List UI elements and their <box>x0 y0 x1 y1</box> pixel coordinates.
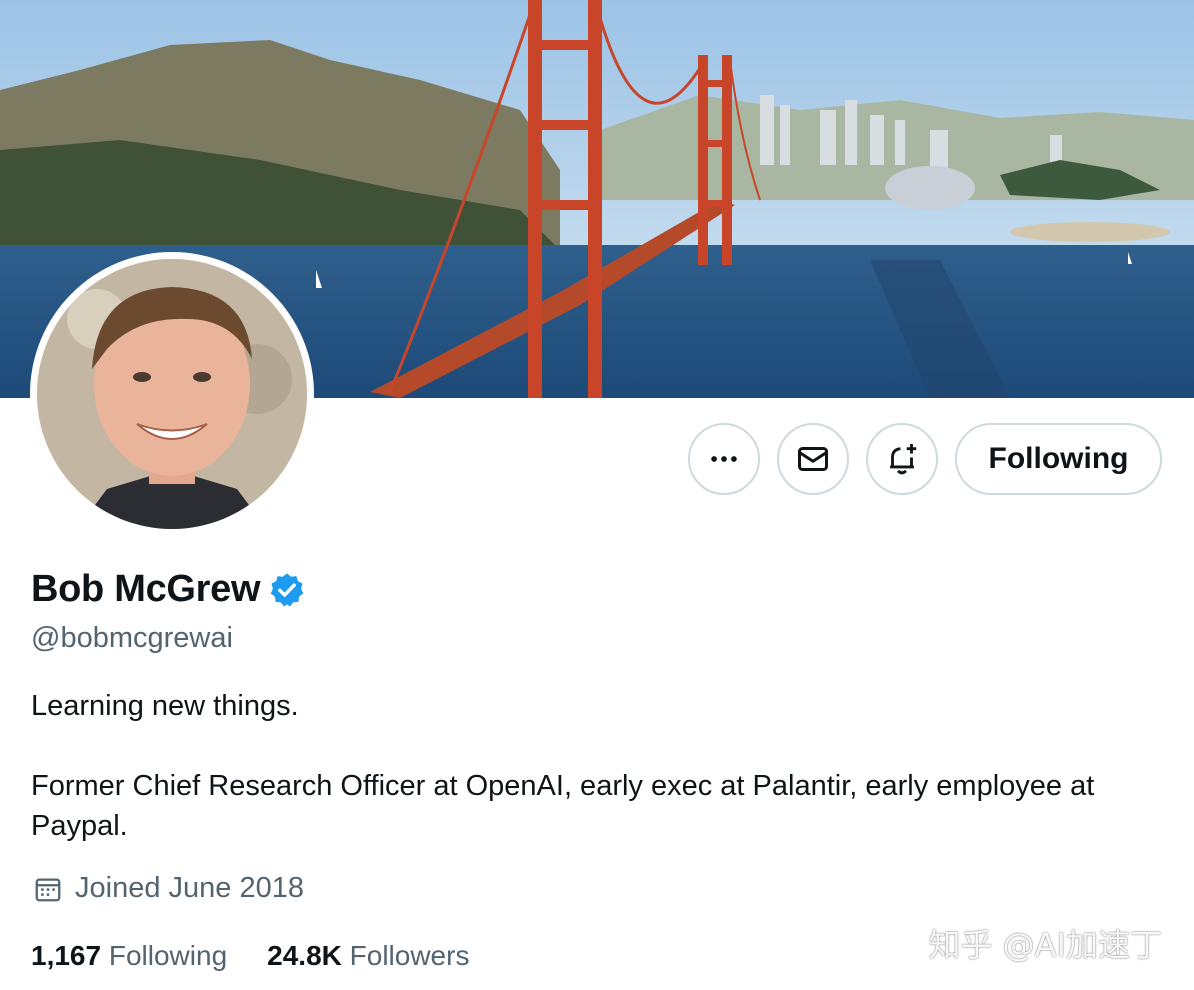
more-icon <box>711 456 737 462</box>
calendar-icon <box>35 878 61 901</box>
message-button[interactable] <box>777 423 849 495</box>
profile-page: Following Bob McGrew @bobmcgrewai Learni… <box>0 0 1194 990</box>
following-stat-link[interactable]: 1,167 Following <box>31 940 227 972</box>
profile-actions: Following <box>688 423 1162 495</box>
user-handle: @bobmcgrewai <box>31 622 233 654</box>
following-count: 1,167 <box>31 940 102 971</box>
envelope-icon <box>798 447 828 471</box>
bio-line: Learning new things. <box>31 690 299 722</box>
notifications-button[interactable] <box>866 423 938 495</box>
verified-badge-icon[interactable] <box>268 571 306 609</box>
watermark-text: 知乎 @AI加速丁 <box>928 926 1162 964</box>
profile-name-row: Bob McGrew <box>31 568 306 611</box>
followers-count: 24.8K <box>267 940 342 971</box>
bio-line: Former Chief Research Officer at OpenAI,… <box>31 770 1095 842</box>
followers-stat-link[interactable]: 24.8K Followers <box>267 940 469 972</box>
profile-avatar[interactable] <box>30 252 314 536</box>
joined-text: Joined June 2018 <box>75 872 304 904</box>
display-name: Bob McGrew <box>31 568 261 610</box>
profile-bio: Learning new things. Former Chief Resear… <box>31 686 1171 846</box>
following-button[interactable]: Following <box>955 423 1162 495</box>
joined-date: Joined June 2018 <box>33 872 304 905</box>
bell-plus-icon <box>890 443 917 475</box>
following-label: Following <box>108 940 228 971</box>
follow-stats: 1,167 Following 24.8K Followers <box>31 940 469 972</box>
followers-label: Followers <box>349 940 470 971</box>
more-button[interactable] <box>688 423 760 495</box>
avatar-photo <box>37 259 307 529</box>
